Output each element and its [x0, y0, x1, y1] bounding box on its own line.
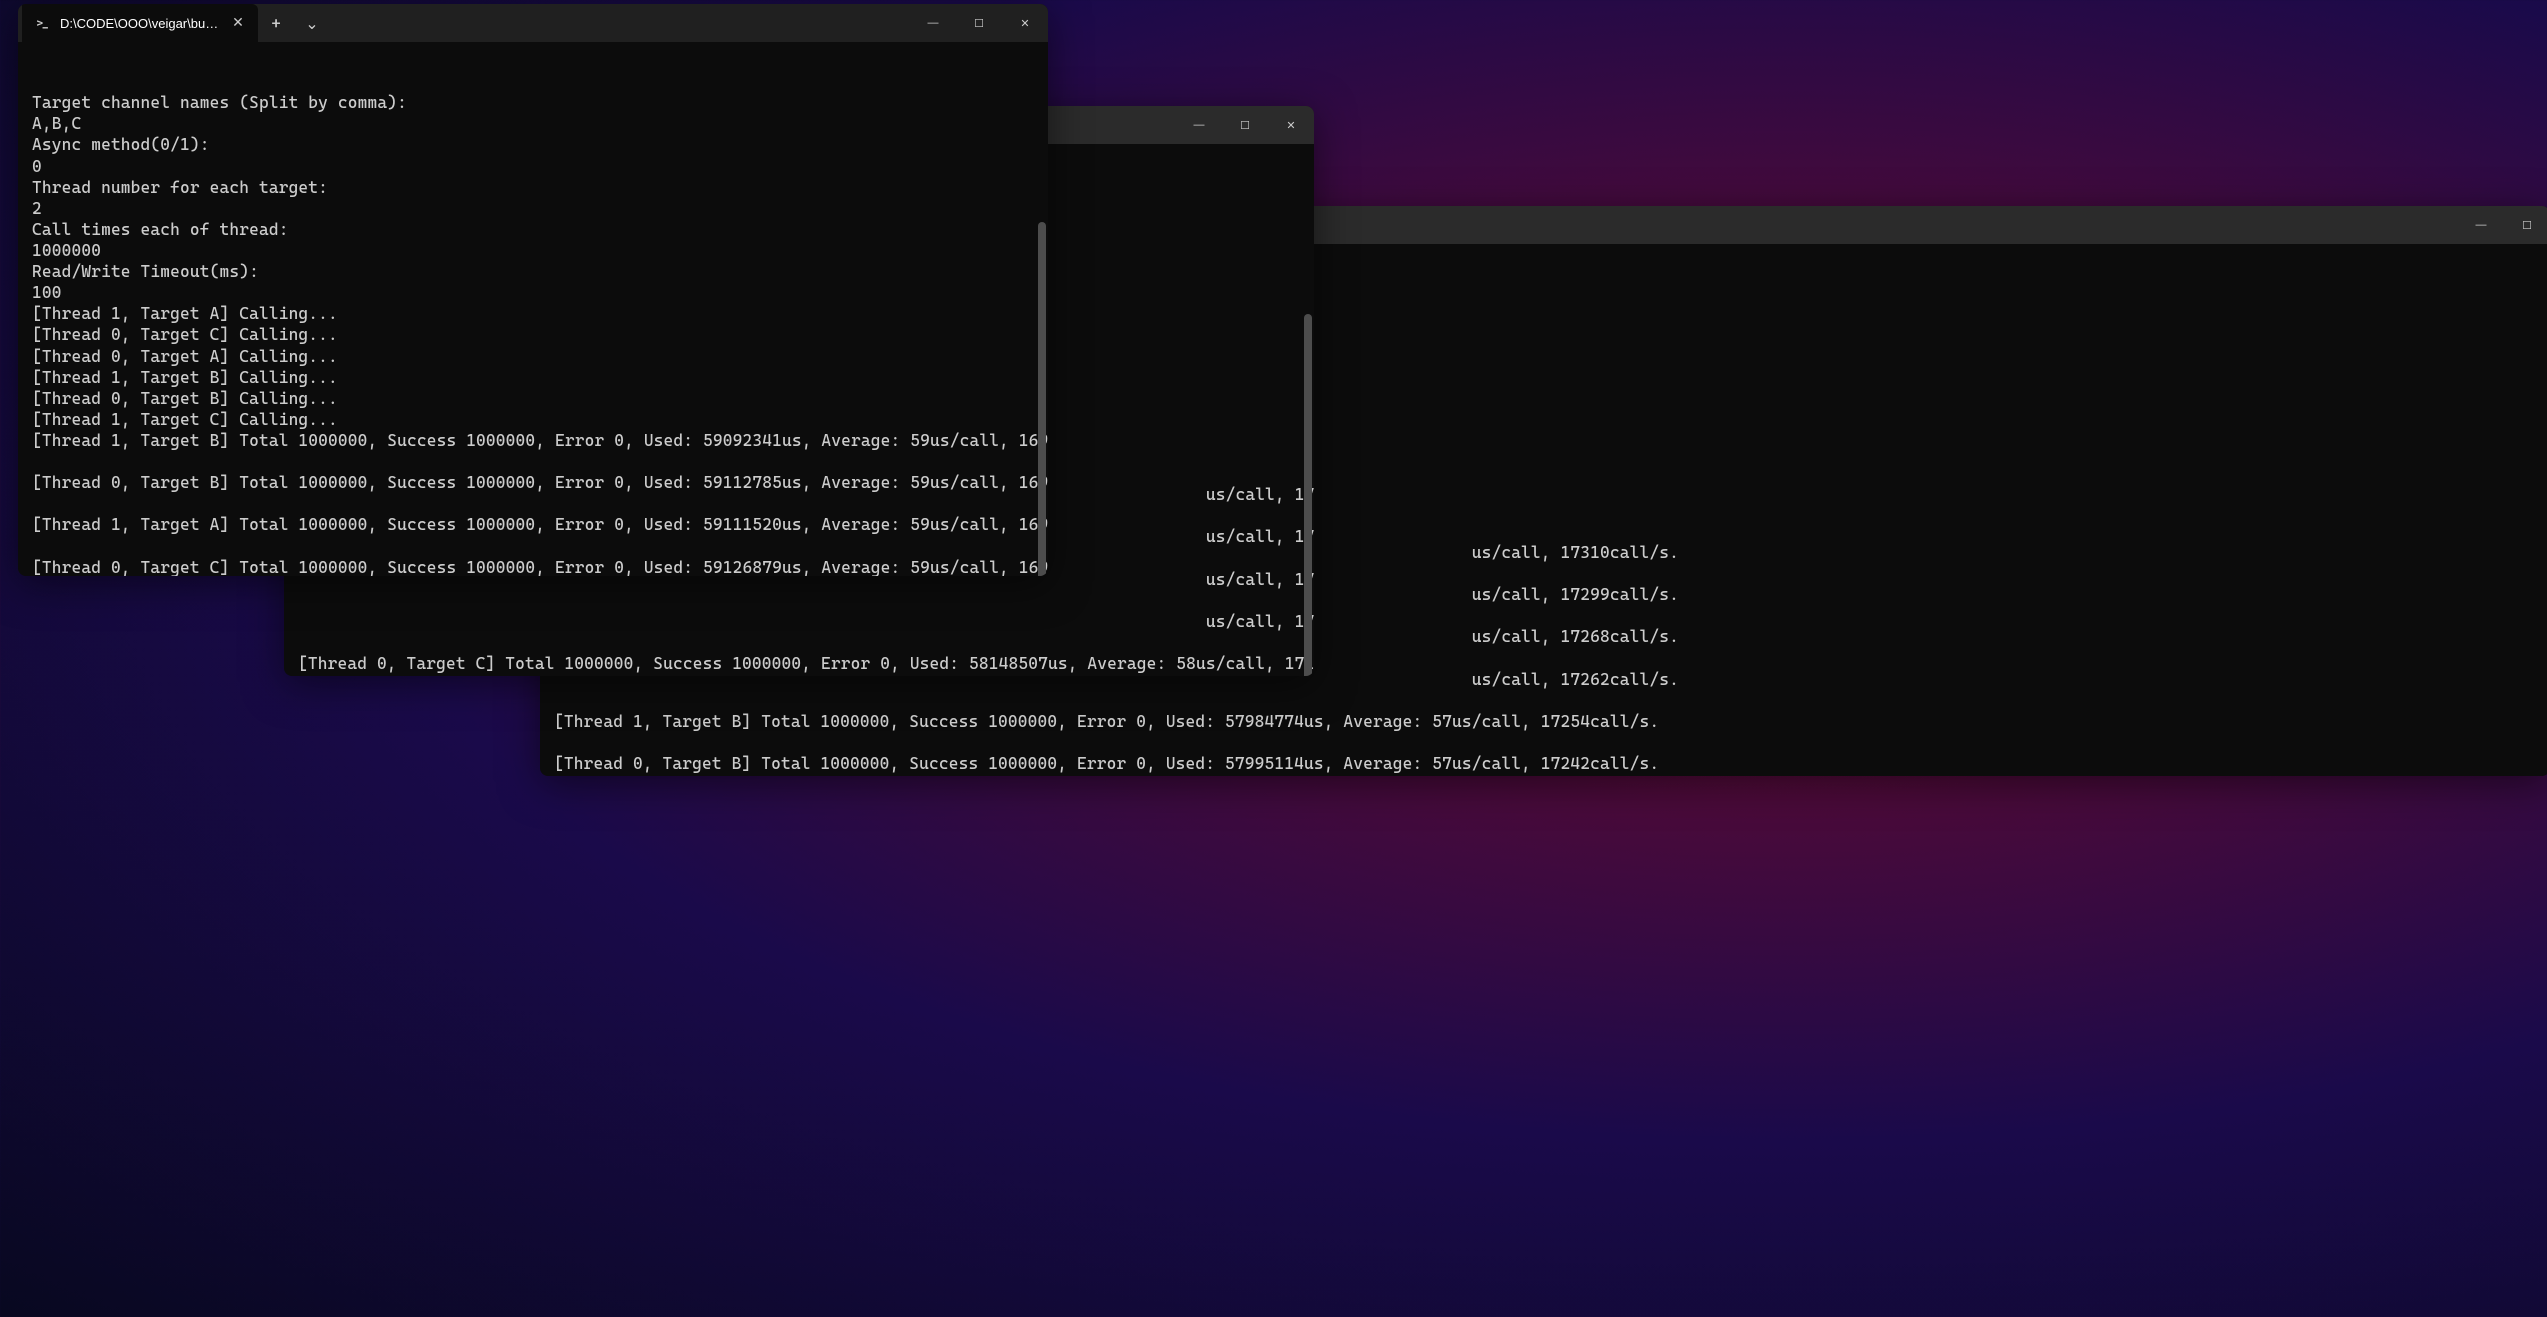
- terminal-line: [32, 493, 1034, 514]
- scrollbar-thumb[interactable]: [1304, 314, 1312, 676]
- terminal-tab[interactable]: D:\CODE\OOO\veigar\build\b ✕: [22, 4, 258, 42]
- tab-dropdown-button[interactable]: ⌄: [294, 5, 330, 41]
- minimize-icon: —: [1194, 119, 1205, 131]
- chevron-down-icon: ⌄: [305, 14, 318, 33]
- terminal-output[interactable]: Target channel names (Split by comma):A,…: [18, 42, 1048, 576]
- terminal-line: us/call, 17213call/s.: [298, 611, 1300, 632]
- terminal-line: [Thread 1, Target B] Calling...: [32, 367, 1034, 388]
- terminal-line: [Thread 0, Target B] Calling...: [32, 388, 1034, 409]
- terminal-line: [Thread 0, Target C] Calling...: [32, 324, 1034, 345]
- close-button[interactable]: ✕: [1002, 4, 1048, 42]
- terminal-line: [Thread 0, Target C] Total 1000000, Succ…: [32, 557, 1034, 576]
- minimize-icon: —: [928, 17, 939, 29]
- minimize-button[interactable]: —: [2458, 206, 2504, 244]
- terminal-line: A,B,C: [32, 113, 1034, 134]
- terminal-line: [Thread 1, Target B] Total 1000000, Succ…: [554, 711, 2536, 732]
- plus-icon: +: [271, 14, 280, 33]
- close-icon: ✕: [1286, 119, 1295, 132]
- terminal-line: 2: [32, 198, 1034, 219]
- window-controls: — ☐ ✕: [910, 4, 1048, 42]
- minimize-icon: —: [2476, 219, 2487, 231]
- terminal-line: 0: [32, 156, 1034, 177]
- close-icon: ✕: [1020, 17, 1029, 30]
- terminal-line: Thread number for each target:: [32, 177, 1034, 198]
- terminal-line: [298, 590, 1300, 611]
- tab-close-button[interactable]: ✕: [230, 15, 246, 31]
- maximize-button[interactable]: ☐: [956, 4, 1002, 42]
- terminal-line: 100: [32, 282, 1034, 303]
- cmd-icon: [34, 15, 50, 31]
- new-tab-button[interactable]: +: [258, 5, 294, 41]
- maximize-icon: ☐: [1240, 119, 1250, 132]
- terminal-line: [Thread 0, Target B] Total 1000000, Succ…: [554, 753, 2536, 774]
- maximize-button[interactable]: ☐: [2504, 206, 2547, 244]
- terminal-line: [Thread 1, Target A] Total 1000000, Succ…: [32, 514, 1034, 535]
- terminal-line: [Thread 1, Target A] Calling...: [32, 303, 1034, 324]
- terminal-line: [298, 632, 1300, 653]
- maximize-icon: ☐: [2522, 219, 2532, 232]
- minimize-button[interactable]: —: [910, 4, 956, 42]
- scrollbar[interactable]: [1304, 144, 1312, 676]
- scrollbar[interactable]: [1038, 42, 1046, 576]
- terminal-window-1: D:\CODE\OOO\veigar\build\b ✕ + ⌄ — ☐ ✕ T…: [18, 4, 1048, 576]
- window-controls: — ☐ ✕: [1176, 106, 1314, 144]
- terminal-line: Async method(0/1):: [32, 134, 1034, 155]
- terminal-line: [554, 690, 2536, 711]
- maximize-button[interactable]: ☐: [1222, 106, 1268, 144]
- terminal-line: [32, 451, 1034, 472]
- scrollbar-thumb[interactable]: [1038, 222, 1046, 576]
- terminal-line: [298, 674, 1300, 676]
- terminal-line: [32, 536, 1034, 557]
- terminal-line: [Thread 1, Target B] Total 1000000, Succ…: [32, 430, 1034, 451]
- terminal-line: [Thread 0, Target B] Total 1000000, Succ…: [32, 472, 1034, 493]
- terminal-line: [554, 732, 2536, 753]
- window-controls: — ☐: [2458, 206, 2547, 244]
- terminal-line: Read/Write Timeout(ms):: [32, 261, 1034, 282]
- terminal-line: [Thread 1, Target C] Calling...: [32, 409, 1034, 430]
- titlebar[interactable]: D:\CODE\OOO\veigar\build\b ✕ + ⌄ — ☐ ✕: [18, 4, 1048, 42]
- terminal-line: [Thread 0, Target A] Calling...: [32, 346, 1034, 367]
- close-button[interactable]: ✕: [1268, 106, 1314, 144]
- minimize-button[interactable]: —: [1176, 106, 1222, 144]
- terminal-line: Target channel names (Split by comma):: [32, 92, 1034, 113]
- tab-title: D:\CODE\OOO\veigar\build\b: [60, 16, 220, 31]
- terminal-line: 1000000: [32, 240, 1034, 261]
- terminal-line: [554, 774, 2536, 776]
- terminal-line: Call times each of thread:: [32, 219, 1034, 240]
- terminal-line: [Thread 0, Target C] Total 1000000, Succ…: [298, 653, 1300, 674]
- maximize-icon: ☐: [974, 17, 984, 30]
